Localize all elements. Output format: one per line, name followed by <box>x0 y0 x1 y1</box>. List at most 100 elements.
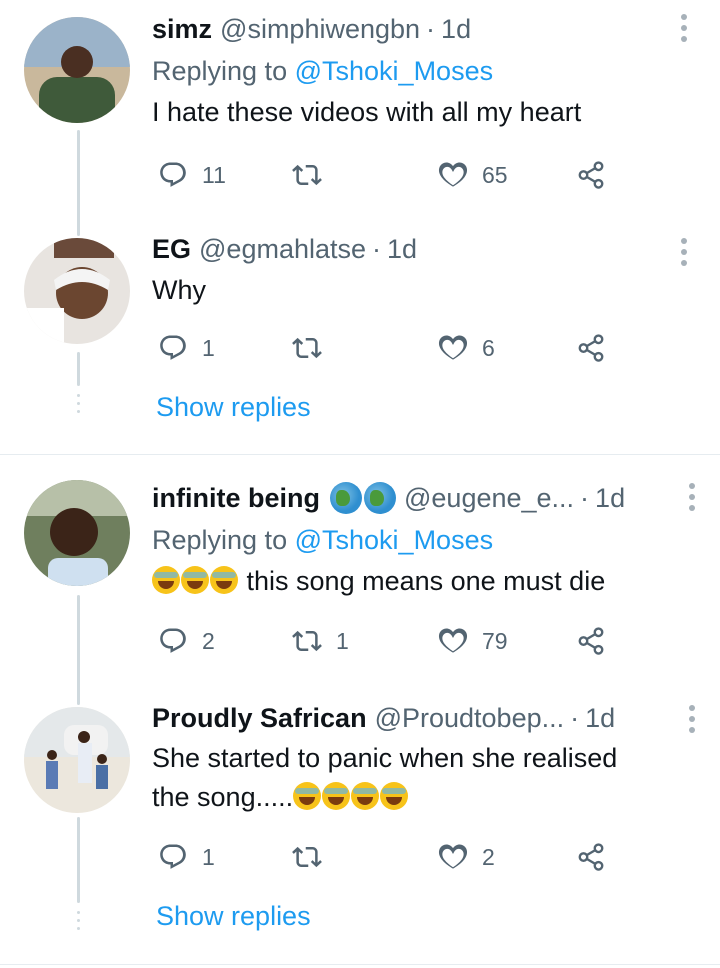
timestamp[interactable]: 1d <box>441 12 471 46</box>
avatar[interactable] <box>24 480 130 586</box>
retweet-icon <box>292 333 322 363</box>
username[interactable]: @egmahlatse <box>199 232 366 266</box>
retweet-count: 1 <box>336 627 349 654</box>
replying-to: Replying to @Tshoki_Moses <box>152 54 660 88</box>
retweet-icon <box>292 842 322 872</box>
rofl-emoji <box>380 782 409 810</box>
retweet-button[interactable] <box>292 328 336 368</box>
share-icon <box>576 626 606 656</box>
like-button[interactable]: 6 <box>438 328 495 368</box>
thread-line <box>77 130 80 230</box>
retweet-button[interactable] <box>292 837 336 877</box>
thread-dots <box>77 394 80 418</box>
timestamp[interactable]: 1d <box>387 232 417 266</box>
mention-link[interactable]: @Tshoki_Moses <box>295 56 493 86</box>
more-options-icon[interactable] <box>680 14 688 47</box>
earth-africa-emoji <box>330 482 362 514</box>
username[interactable]: @simphiwengbn <box>220 12 420 46</box>
retweet-button[interactable]: 1 <box>292 621 349 661</box>
earth-americas-emoji <box>364 482 396 514</box>
like-count: 2 <box>482 843 495 870</box>
like-count: 65 <box>482 161 508 188</box>
tweet-text-line: the song..... <box>152 782 294 812</box>
share-button[interactable] <box>576 328 606 368</box>
separator: · <box>570 703 580 733</box>
reply-count: 1 <box>202 334 215 361</box>
tweet-text: this song means one must die <box>152 563 680 599</box>
rofl-emoji <box>322 782 351 810</box>
thread-dots <box>77 911 80 935</box>
separator: · <box>426 14 436 44</box>
avatar[interactable] <box>24 707 130 813</box>
thread-line <box>77 595 80 695</box>
thread-line <box>77 218 80 236</box>
heart-icon <box>438 626 468 656</box>
reply-count: 1 <box>202 843 215 870</box>
share-button[interactable] <box>576 155 606 195</box>
avatar[interactable] <box>24 17 130 123</box>
share-icon <box>576 333 606 363</box>
more-options-icon[interactable] <box>680 238 688 271</box>
replying-to: Replying to @Tshoki_Moses <box>152 523 680 557</box>
retweet-icon <box>292 626 322 656</box>
tweet-text: Why <box>152 275 206 305</box>
retweet-icon <box>292 160 322 190</box>
display-name[interactable]: Proudly Safrican <box>152 701 367 735</box>
heart-icon <box>438 160 468 190</box>
heart-icon <box>438 842 468 872</box>
rofl-emoji <box>351 782 380 810</box>
divider <box>0 964 720 965</box>
like-count: 79 <box>482 627 508 654</box>
timestamp[interactable]: 1d <box>595 481 625 515</box>
separator: · <box>372 234 382 264</box>
share-icon <box>576 842 606 872</box>
tweet[interactable]: infinite being @eugene_e... · 1d Replyin… <box>0 455 720 695</box>
like-button[interactable]: 65 <box>438 155 508 195</box>
reply-button[interactable]: 1 <box>158 328 215 368</box>
tweet[interactable]: simz @simphiwengbn · 1d Replying to @Tsh… <box>0 0 720 230</box>
username[interactable]: @Proudtobep... <box>375 701 565 735</box>
show-replies-link[interactable]: Show replies <box>156 901 311 932</box>
timestamp[interactable]: 1d <box>585 701 615 735</box>
display-name[interactable]: simz <box>152 12 212 46</box>
thread-line <box>77 352 80 386</box>
reply-button[interactable]: 11 <box>158 155 226 195</box>
like-count: 6 <box>482 334 495 361</box>
name-emoji <box>330 482 396 514</box>
reply-button[interactable]: 1 <box>158 837 215 877</box>
rofl-emoji <box>293 782 322 810</box>
reply-icon <box>158 626 188 656</box>
tweet-text: I hate these videos with all my heart <box>152 97 582 127</box>
tweet[interactable]: Proudly Safrican @Proudtobep... · 1d She… <box>0 681 720 951</box>
avatar[interactable] <box>24 238 130 344</box>
show-replies-link[interactable]: Show replies <box>156 392 311 423</box>
joy-emoji <box>181 566 209 594</box>
more-options-icon[interactable] <box>688 705 696 738</box>
tweet[interactable]: EG @egmahlatse · 1d Why 1 6 Show replies <box>0 218 720 454</box>
more-options-icon[interactable] <box>688 483 696 516</box>
replying-label: Replying to <box>152 56 288 86</box>
reply-count: 2 <box>202 627 215 654</box>
retweet-button[interactable] <box>292 155 336 195</box>
share-button[interactable] <box>576 621 606 661</box>
like-button[interactable]: 79 <box>438 621 508 661</box>
display-name[interactable]: infinite being <box>152 481 320 515</box>
thread-line <box>77 817 80 903</box>
joy-emoji <box>210 566 238 594</box>
username[interactable]: @eugene_e... <box>404 481 574 515</box>
reply-icon <box>158 160 188 190</box>
share-icon <box>576 160 606 190</box>
share-button[interactable] <box>576 837 606 877</box>
heart-icon <box>438 333 468 363</box>
joy-emoji <box>152 566 180 594</box>
reply-button[interactable]: 2 <box>158 621 215 661</box>
reply-count: 11 <box>202 161 226 188</box>
display-name[interactable]: EG <box>152 232 191 266</box>
tweet-text-line: She started to panic when she realised <box>152 743 618 773</box>
like-button[interactable]: 2 <box>438 837 495 877</box>
tweet-text: She started to panic when she realised t… <box>152 739 680 817</box>
separator: · <box>580 483 590 513</box>
mention-link[interactable]: @Tshoki_Moses <box>295 525 493 555</box>
thread-line <box>77 681 80 705</box>
reply-icon <box>158 333 188 363</box>
